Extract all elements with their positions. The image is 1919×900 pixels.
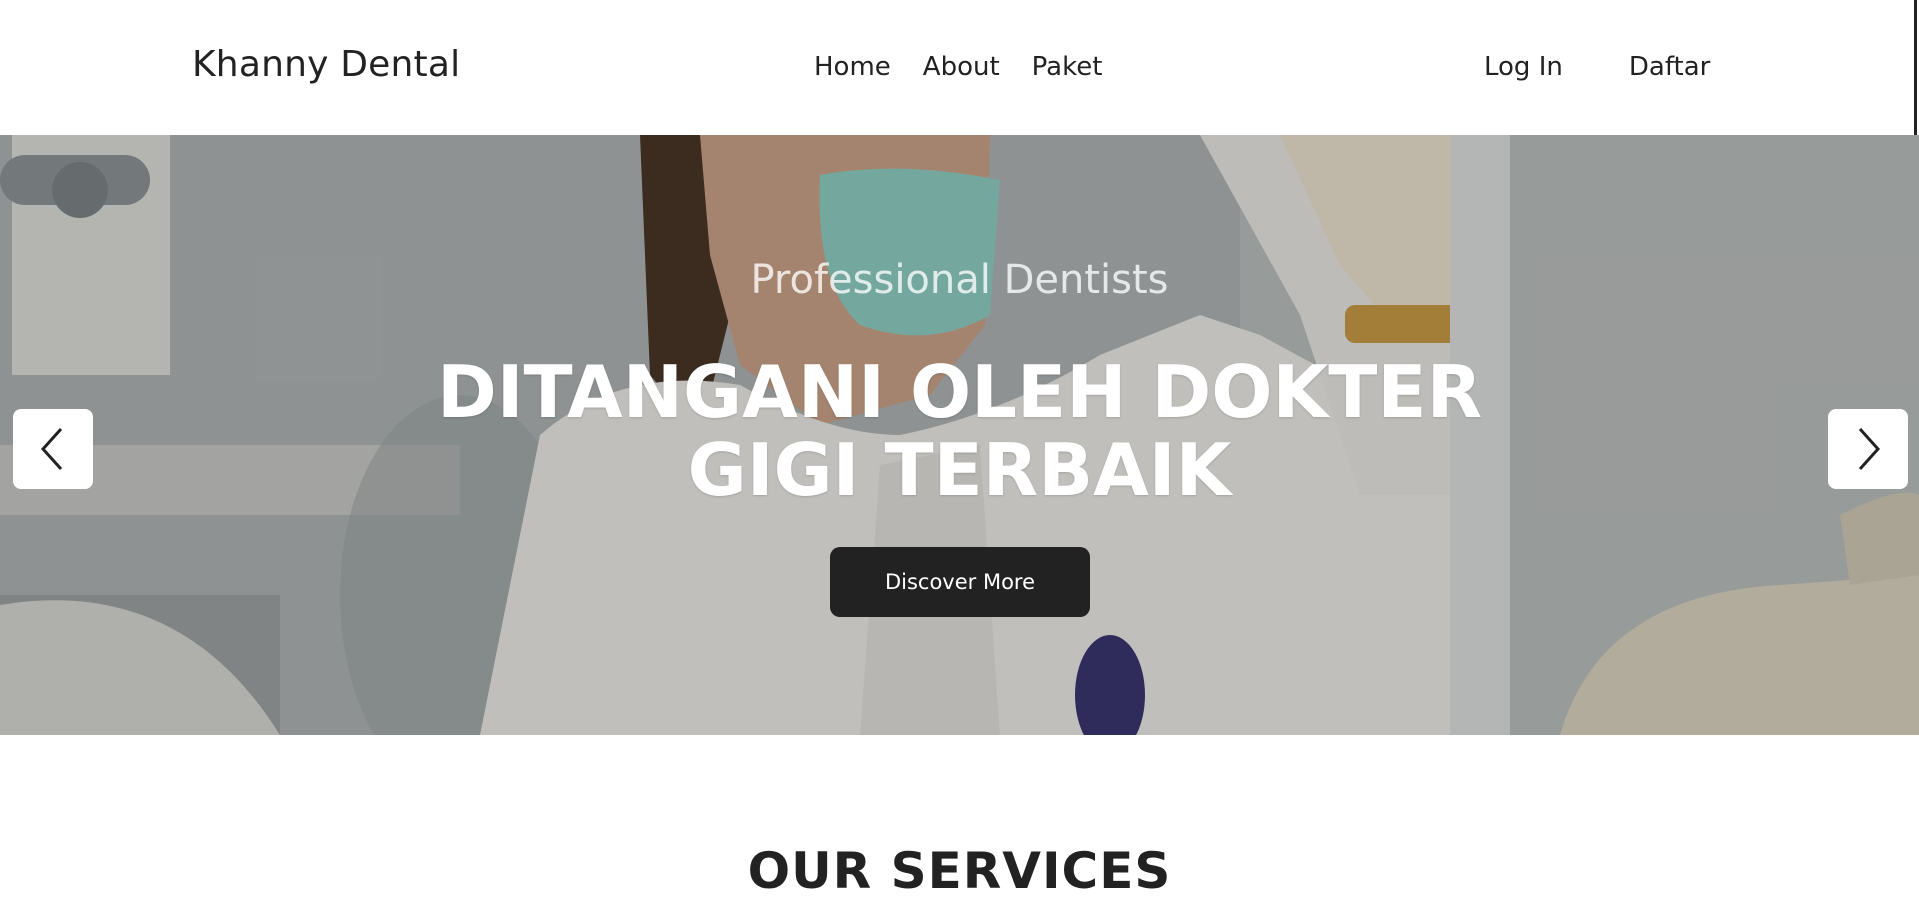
nav-paket[interactable]: Paket bbox=[1032, 52, 1103, 82]
hero-subtitle: Professional Dentists bbox=[750, 257, 1169, 303]
hero-carousel: Professional Dentists DITANGANI OLEH DOK… bbox=[0, 135, 1919, 735]
services-heading: OUR SERVICES bbox=[747, 842, 1172, 900]
nav-about[interactable]: About bbox=[923, 52, 1000, 82]
carousel-prev-button[interactable] bbox=[13, 409, 93, 489]
login-link[interactable]: Log In bbox=[1484, 52, 1563, 82]
scrollbar[interactable] bbox=[1914, 0, 1917, 135]
main-nav: Home About Paket bbox=[814, 52, 1102, 82]
carousel-next-button[interactable] bbox=[1828, 409, 1908, 489]
hero-title: DITANGANI OLEH DOKTER GIGI TERBAIK bbox=[436, 350, 1483, 512]
auth-nav: Log In Daftar bbox=[1484, 52, 1710, 82]
brand-logo[interactable]: Khanny Dental bbox=[192, 44, 460, 85]
register-link[interactable]: Daftar bbox=[1629, 52, 1710, 82]
chevron-left-icon bbox=[40, 427, 63, 471]
navbar: Khanny Dental Home About Paket Log In Da… bbox=[0, 0, 1919, 136]
discover-more-button[interactable]: Discover More bbox=[830, 547, 1090, 617]
nav-home[interactable]: Home bbox=[814, 52, 891, 82]
chevron-right-icon bbox=[1858, 427, 1881, 471]
